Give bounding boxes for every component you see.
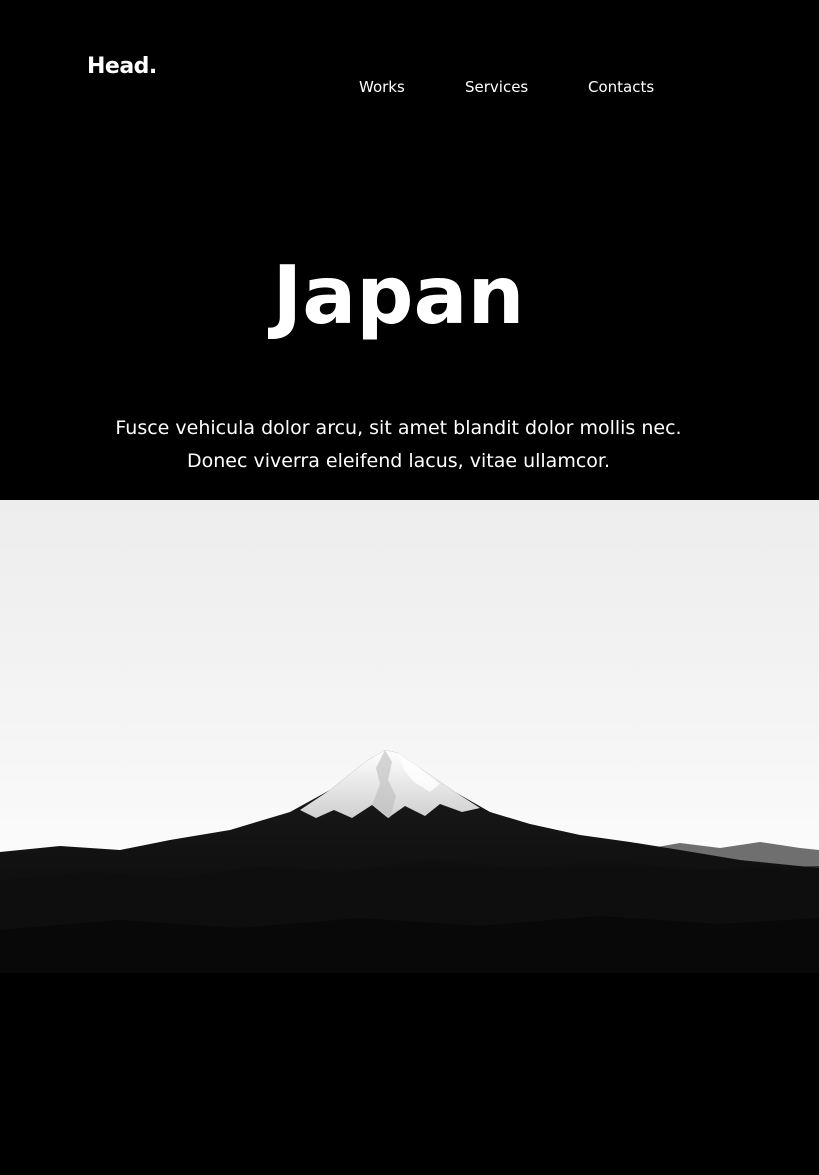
page-footer-area — [0, 973, 819, 1175]
hero-subtitle-line-2: Donec viverra eleifend lacus, vitae ulla… — [186, 450, 611, 472]
nav-link-works[interactable]: Works — [359, 78, 405, 96]
mountain-photo — [0, 500, 819, 973]
site-header: Head. Works Services Contacts — [0, 0, 819, 140]
hero-subtitle: Fusce vehicula dolor arcu, sit amet blan… — [0, 412, 797, 478]
nav-link-contacts[interactable]: Contacts — [588, 78, 654, 96]
hero-title: Japan — [272, 249, 525, 342]
nav-link-services[interactable]: Services — [465, 78, 528, 96]
hero-subtitle-line-1: Fusce vehicula dolor arcu, sit amet blan… — [115, 417, 682, 439]
logo[interactable]: Head. — [87, 54, 157, 79]
